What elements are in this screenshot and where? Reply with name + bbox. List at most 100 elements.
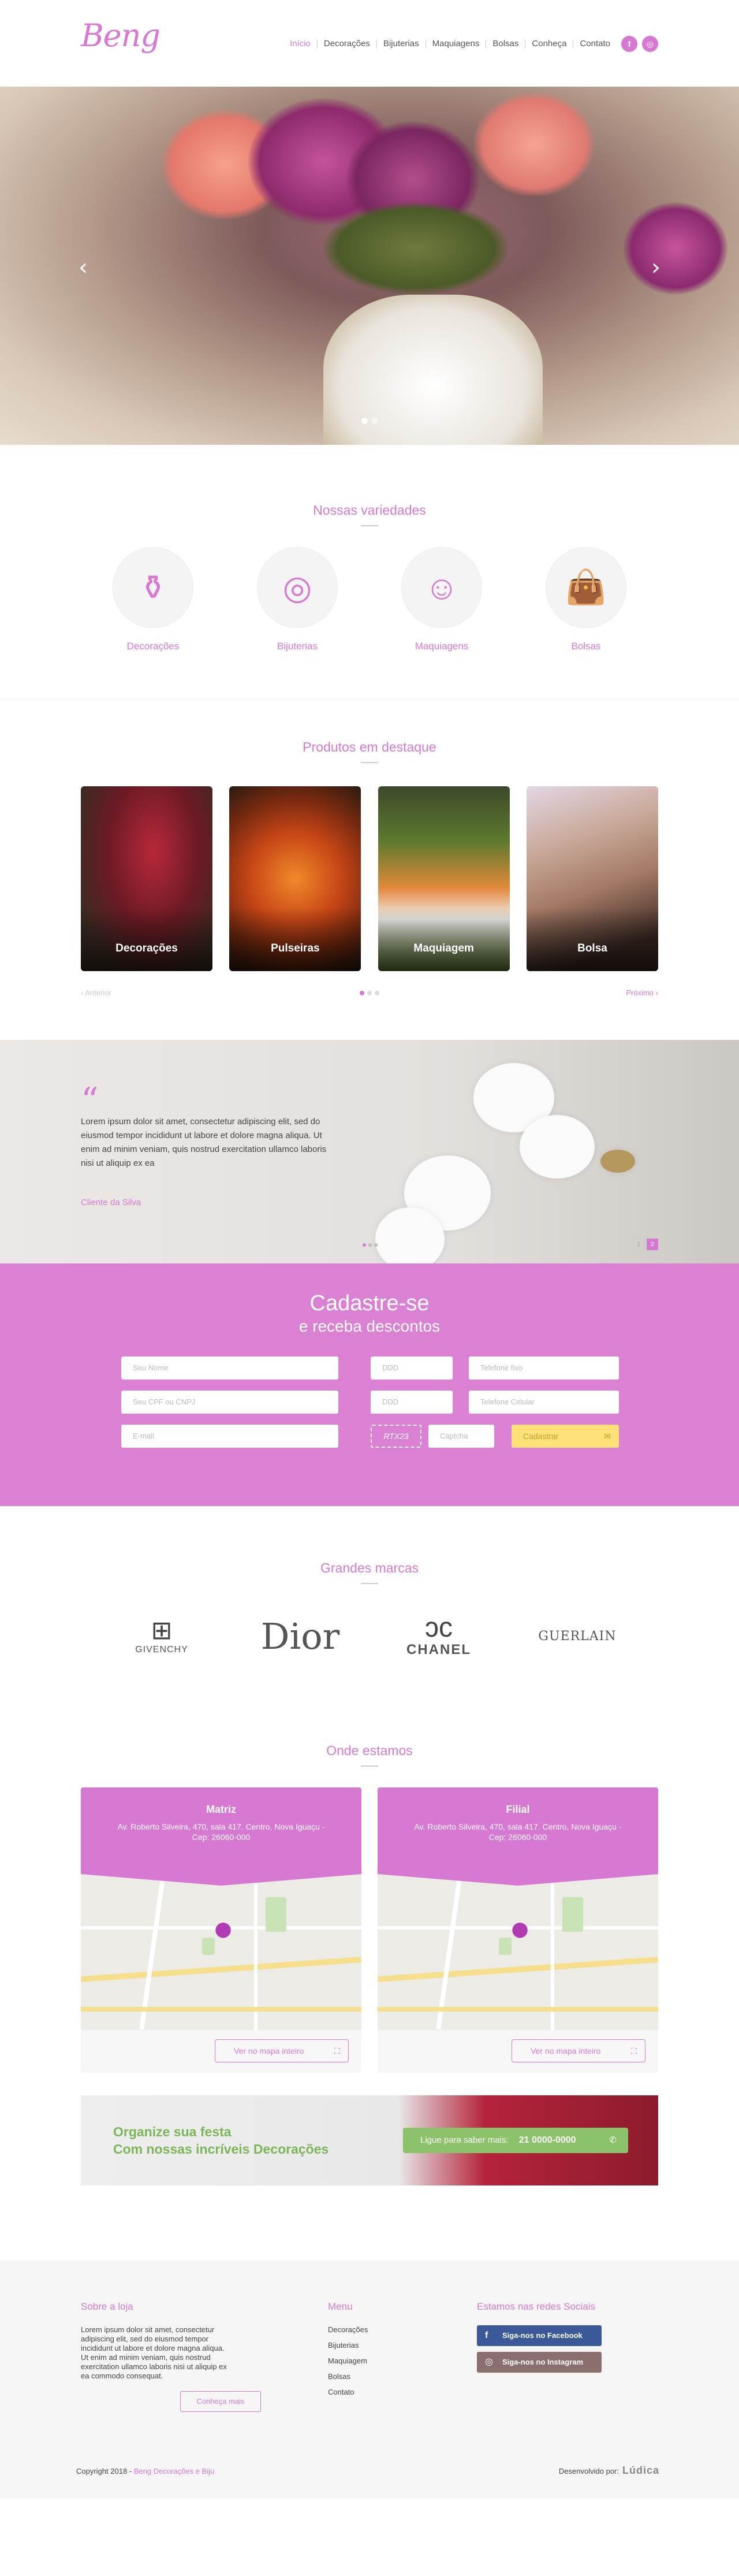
location-header: Filial Av. Roberto Silveira, 470, sala 4…	[378, 1787, 658, 1886]
product-dot[interactable]	[367, 991, 372, 995]
hero-dot[interactable]	[371, 418, 378, 424]
expand-icon: ⛶	[631, 2046, 637, 2055]
category-item[interactable]: ◎ Bijuterias	[257, 547, 338, 652]
cpf-field[interactable]: Seu CPF ou CNPJ	[121, 1391, 338, 1414]
testimonial-dot[interactable]	[374, 1243, 378, 1247]
signup-button[interactable]: Cadastrar ✉	[512, 1425, 619, 1448]
category-list: ⚱ Decorações ◎ Bijuterias ☺ Maquiagens 👜…	[113, 547, 626, 652]
signup-form: Seu Nome DDD Telefone fixo Seu CPF ou CN…	[121, 1356, 619, 1449]
name-field[interactable]: Seu Nome	[121, 1356, 338, 1380]
view-map-button[interactable]: Ver no mapa inteiro ⛶	[512, 2039, 645, 2062]
category-label: Decorações	[126, 641, 180, 652]
about-more-button[interactable]: Conheça mais	[180, 2391, 261, 2412]
quote-icon: “	[81, 1080, 99, 1121]
footer-about: Sobre a loja Lorem ipsum dolor sit amet,…	[81, 2301, 261, 2412]
facebook-button[interactable]: f Siga-nos no Facebook	[477, 2325, 602, 2346]
variedades-title: Nossas variedades	[0, 503, 739, 526]
product-card[interactable]: Pulseiras	[229, 786, 361, 971]
hero-vase-image	[323, 295, 543, 445]
hero-leaves-image	[323, 202, 508, 295]
testimonial-dots	[363, 1243, 378, 1247]
nav-item-inicio[interactable]: Início	[283, 39, 318, 48]
map-pin-icon: ⬤	[512, 1920, 529, 1938]
ddd-celular-field[interactable]: DDD	[371, 1391, 453, 1414]
developer-logo[interactable]: Lúdica	[622, 2465, 659, 2476]
location-list: ⬤ Matriz Av. Roberto Silveira, 470, sala…	[81, 1787, 658, 2073]
nav-item-contato[interactable]: Contato	[573, 39, 617, 48]
product-dot[interactable]	[360, 991, 364, 995]
testimonial-section: “ Lorem ipsum dolor sit amet, consectetu…	[0, 1040, 739, 1263]
brand-guerlain: GUERLAIN	[538, 1629, 617, 1644]
nav-item-bolsas[interactable]: Bolsas	[486, 39, 526, 48]
footer-about-text: Lorem ipsum dolor sit amet, consectetur …	[81, 2325, 227, 2380]
phone-field[interactable]: Telefone fixo	[469, 1356, 619, 1380]
footer-menu-item[interactable]: Contato	[328, 2388, 368, 2396]
footer-social: Estamos nas redes Sociais f Siga-nos no …	[477, 2301, 602, 2378]
phone-icon: ✆	[609, 2135, 617, 2145]
footer-menu-item[interactable]: Bijuterias	[328, 2341, 368, 2350]
testimonial-dot[interactable]	[363, 1243, 366, 1247]
ddd-fixo-field[interactable]: DDD	[371, 1356, 453, 1380]
instagram-button[interactable]: ◎ Siga-nos no Instagram	[477, 2352, 602, 2373]
captcha-image: RTX23	[371, 1425, 421, 1448]
product-card[interactable]: Maquiagem	[378, 786, 510, 971]
givenchy-logo-icon: ⊞	[151, 1616, 173, 1645]
cellphone-field[interactable]: Telefone Celular	[469, 1391, 619, 1414]
signup-title: Cadastre-se	[309, 1291, 430, 1315]
nav-item-bijuterias[interactable]: Bijuterias	[377, 39, 426, 48]
product-next-link[interactable]: Próximo ›	[626, 988, 658, 997]
product-card[interactable]: Bolsa	[526, 786, 658, 971]
category-item[interactable]: ⚱ Decorações	[113, 547, 193, 652]
footer-menu: Menu Decorações Bijuterias Maquiagem Bol…	[328, 2301, 368, 2403]
facebook-icon[interactable]: f	[621, 36, 637, 52]
phone-number: 21 0000-0000	[518, 2135, 576, 2145]
brand-list: ⊞ GIVENCHY Dior ↄc CHANEL GUERLAIN	[110, 1607, 629, 1665]
variedades-section: Nossas variedades ⚱ Decorações ◎ Bijuter…	[0, 445, 739, 699]
footer-about-title: Sobre a loja	[81, 2301, 133, 2312]
main-nav: Início Decorações Bijuterias Maquiagens …	[283, 36, 658, 52]
instagram-icon: ◎	[485, 2357, 493, 2367]
category-item[interactable]: ☺ Maquiagens	[401, 547, 482, 652]
orchid-image	[520, 1115, 595, 1179]
copyright-link[interactable]: Beng Decorações e Biju	[134, 2467, 214, 2475]
party-banner: Organize sua festa Com nossas incríveis …	[81, 2095, 658, 2185]
captcha-field[interactable]: Captcha	[428, 1425, 494, 1448]
footer-menu-item[interactable]: Decorações	[328, 2325, 368, 2334]
testimonial-page-button[interactable]: 2	[647, 1239, 658, 1250]
produtos-title: Produtos em destaque	[0, 739, 739, 763]
logo[interactable]: Beng	[81, 17, 161, 54]
location-header: Matriz Av. Roberto Silveira, 470, sala 4…	[81, 1787, 361, 1886]
footer-menu-item[interactable]: Bolsas	[328, 2372, 368, 2381]
testimonial-text: Lorem ipsum dolor sit amet, consectetur …	[81, 1117, 327, 1168]
hero-flower-image	[624, 202, 727, 295]
orchid-bud-image	[600, 1150, 635, 1173]
footer-menu-item[interactable]: Maquiagem	[328, 2356, 368, 2365]
copyright: Copyright 2018 - Beng Decorações e Biju	[76, 2467, 215, 2475]
nav-item-maquiagens[interactable]: Maquiagens	[426, 39, 487, 48]
map-image[interactable]: ⬤	[378, 1874, 658, 2030]
product-card[interactable]: Decorações	[81, 786, 212, 971]
view-map-button[interactable]: Ver no mapa inteiro ⛶	[215, 2039, 349, 2062]
category-item[interactable]: 👜 Bolsas	[546, 547, 626, 652]
product-dot[interactable]	[375, 991, 379, 995]
testimonial-page-button[interactable]: 1	[633, 1239, 644, 1250]
signup-subtitle: e receba descontos	[298, 1317, 441, 1335]
hero-next-arrow[interactable]: ›	[651, 254, 660, 281]
nav-item-decoracoes[interactable]: Decorações	[318, 39, 377, 48]
brand-givenchy: ⊞ GIVENCHY	[110, 1617, 214, 1655]
banner-line2: Com nossas incríveis Decorações	[113, 2142, 329, 2157]
email-field[interactable]: E-mail	[121, 1425, 338, 1448]
location-name: Matriz	[206, 1804, 236, 1815]
call-button[interactable]: Ligue para saber mais: 21 0000-0000 ✆	[403, 2128, 628, 2153]
testimonial-dot[interactable]	[368, 1243, 372, 1247]
developer-credit: Desenvolvido por: Lúdica	[558, 2465, 659, 2476]
hero-dot[interactable]	[361, 418, 368, 424]
product-list: Decorações Pulseiras Maquiagem Bolsa	[81, 786, 658, 971]
instagram-icon[interactable]: ◎	[642, 36, 658, 52]
nav-item-conheca[interactable]: Conheça	[525, 39, 574, 48]
map-pin-icon: ⬤	[215, 1920, 232, 1938]
hero-prev-arrow[interactable]: ‹	[79, 254, 88, 281]
map-image[interactable]: ⬤	[81, 1874, 361, 2030]
site-footer: Sobre a loja Lorem ipsum dolor sit amet,…	[0, 2261, 739, 2499]
product-prev-link[interactable]: ‹ Anterior	[81, 988, 111, 997]
